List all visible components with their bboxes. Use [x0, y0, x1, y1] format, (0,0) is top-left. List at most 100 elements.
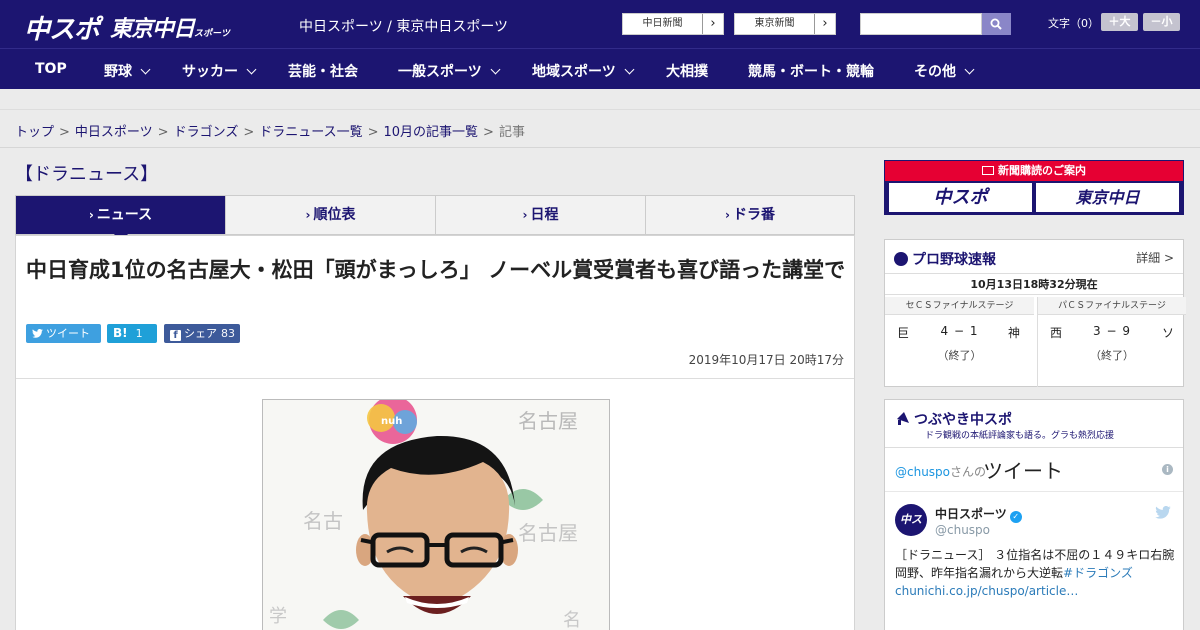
twitter-bird-icon: [32, 328, 43, 338]
game-stage: セＣＳファイナルステージ: [885, 297, 1034, 315]
facebook-count: 83: [221, 327, 235, 340]
chevron-right-icon: ›: [522, 208, 528, 222]
tweet-url-link[interactable]: chunichi.co.jp/chuspo/article…: [895, 584, 1078, 598]
chuspo-subscribe-logo[interactable]: 中スポ: [889, 183, 1032, 212]
tab-schedule[interactable]: › 日程: [436, 196, 646, 234]
breadcrumb-dragons[interactable]: ドラゴンズ: [174, 125, 239, 140]
nav-label: 大相撲: [666, 64, 708, 80]
baseball-icon: [894, 252, 908, 266]
hatena-bookmark-button[interactable]: B! 1: [107, 324, 157, 343]
chevron-down-icon: [490, 64, 501, 75]
game-status: （終了）: [1090, 349, 1134, 362]
tokyo-chunichi-subscribe-logo[interactable]: 東京中日: [1036, 183, 1179, 212]
twitter-widget-header: つぶやき中スポ ドラ観戦の本紙評論家も語る。グラも熱烈応援: [885, 400, 1183, 448]
avatar[interactable]: 中スポ: [895, 504, 927, 558]
tokyo-chunichi-logo[interactable]: 東京中日スポーツ: [110, 11, 230, 43]
chevron-right-icon: ›: [305, 208, 311, 222]
chevron-right-icon: ›: [88, 208, 94, 222]
chevron-right-icon: ›: [822, 16, 828, 31]
facebook-icon: f: [170, 330, 181, 341]
category-title: 【ドラニュース】: [15, 164, 159, 185]
subscription-banner-heading: 新聞購読のご案内: [885, 161, 1183, 181]
timeline-handle: @chuspo: [895, 465, 951, 479]
chuspo-logo[interactable]: 中スポ: [24, 9, 100, 46]
scoreboard-title-text: プロ野球速報: [912, 252, 996, 268]
tab-dora-ban[interactable]: › ドラ番: [646, 196, 854, 234]
divider: [16, 378, 854, 379]
section-tabs: › ニュース › 順位表 › 日程 › ドラ番: [15, 195, 855, 242]
article-photo[interactable]: nuh 名古屋 名古 名古屋 学 名: [262, 399, 610, 630]
twitter-widget-title-text: つぶやき中スポ: [914, 412, 1012, 428]
nav-item-baseball[interactable]: 野球: [104, 61, 151, 81]
breadcrumb: トップ > 中日スポーツ > ドラゴンズ > ドラニュース一覧 >10月の記事一覧 > 記事: [0, 110, 1200, 148]
breadcrumb-separator: >: [157, 125, 169, 140]
tweet-author-handle[interactable]: @chuspo: [935, 523, 990, 537]
nav-item-general-sports[interactable]: 一般スポーツ: [398, 61, 501, 81]
nav-item-entertainment[interactable]: 芸能・社会: [288, 61, 358, 81]
megaphone-icon: [897, 412, 909, 425]
game-card[interactable]: セＣＳファイナルステージ 巨 4 − 1 神 （終了）: [885, 297, 1034, 387]
scoreboard-detail-link[interactable]: 詳細 >: [1136, 249, 1174, 266]
chevron-down-icon: [246, 64, 257, 75]
game-status: （終了）: [937, 349, 982, 362]
tab-label: ドラ番: [732, 207, 775, 223]
nav-item-racing[interactable]: 競馬・ボート・競輪: [748, 61, 874, 81]
paper-link-label: 東京新聞: [735, 14, 815, 34]
scoreboard-title: プロ野球速報: [894, 249, 996, 269]
tweet-button[interactable]: ツイート: [26, 324, 101, 343]
nav-item-sumo[interactable]: 大相撲: [666, 61, 708, 81]
tweet-text: ［ドラニュース］ ３位指名は不屈の１４９キロ右腕 岡野、昨年指名漏れから大逆転#…: [895, 546, 1186, 600]
tweet-label: ツイート: [46, 327, 90, 340]
svg-text:名古屋: 名古屋: [518, 409, 578, 433]
search-button[interactable]: [982, 13, 1011, 35]
svg-text:学: 学: [269, 606, 287, 627]
breadcrumb-chuspo[interactable]: 中日スポーツ: [75, 125, 153, 140]
tab-label: ニュース: [96, 207, 153, 223]
game-card[interactable]: パＣＳファイナルステージ 西 3 − 9 ソ （終了）: [1037, 297, 1186, 387]
spacer-bar: [0, 89, 1200, 110]
nav-label: TOP: [35, 61, 67, 77]
verified-badge-icon: ✓: [1009, 511, 1022, 523]
twitter-widget: つぶやき中スポ ドラ観戦の本紙評論家も語る。グラも熱烈応援 @chuspoさんの…: [884, 399, 1186, 630]
nav-item-top[interactable]: TOP: [35, 61, 67, 77]
baseball-scoreboard: プロ野球速報 詳細 > 10月13日18時32分現在 セＣＳファイナルステージ …: [884, 239, 1186, 387]
game-stage: パＣＳファイナルステージ: [1038, 297, 1186, 315]
tweet-hashtag-link[interactable]: #ドラゴンズ: [1063, 566, 1133, 580]
newspaper-icon: [982, 166, 994, 175]
breadcrumb-top[interactable]: トップ: [15, 125, 54, 140]
tokyo-shimbun-link[interactable]: 東京新聞 ›: [734, 13, 836, 35]
twitter-bird-icon[interactable]: [1155, 506, 1171, 519]
tweet-author-name[interactable]: 中日スポーツ ✓: [935, 505, 1022, 523]
nav-label: 一般スポーツ: [398, 64, 482, 80]
nav-item-soccer[interactable]: サッカー: [182, 61, 257, 81]
tab-standings[interactable]: › 順位表: [226, 196, 436, 234]
chevron-down-icon: [624, 64, 635, 75]
tab-label: 順位表: [313, 207, 356, 223]
svg-text:名: 名: [563, 610, 581, 630]
font-size-decrease-button[interactable]: －小: [1143, 13, 1180, 31]
paper-link-label: 中日新聞: [623, 14, 703, 34]
breadcrumb-dora-news-list[interactable]: ドラニュース一覧: [259, 125, 362, 140]
facebook-share-button[interactable]: f シェア 83: [164, 324, 240, 343]
search-input[interactable]: [860, 13, 982, 35]
timeline-header: @chuspoさんの ツイート i: [885, 449, 1183, 492]
published-date: 2019年10月17日 20時17分: [688, 353, 844, 367]
tab-news[interactable]: › ニュース: [16, 196, 226, 242]
chunichi-shimbun-link[interactable]: 中日新聞 ›: [622, 13, 724, 35]
svg-text:名古屋: 名古屋: [518, 521, 578, 545]
font-size-increase-button[interactable]: ＋大: [1101, 13, 1138, 31]
nav-label: その他: [914, 64, 956, 80]
nav-item-local-sports[interactable]: 地域スポーツ: [532, 61, 635, 81]
breadcrumb-october-list[interactable]: 10月の記事一覧: [384, 125, 479, 140]
twitter-widget-subtitle: ドラ観戦の本紙評論家も語る。グラも熱烈応援: [925, 431, 1115, 441]
timeline-handle-link[interactable]: @chuspoさんの: [895, 463, 986, 480]
tweet-text-body: ［ドラニュース］ ３位指名は不屈の１４９キロ右腕 岡野、昨年指名漏れから大逆転: [895, 548, 1187, 580]
chevron-right-icon: ›: [710, 16, 716, 31]
chevron-down-icon: [140, 64, 151, 75]
nav-label: サッカー: [182, 64, 238, 80]
info-icon[interactable]: i: [1162, 464, 1173, 475]
subscription-banner[interactable]: 新聞購読のご案内 中スポ 東京中日: [884, 160, 1184, 215]
hatena-count: 1: [135, 327, 143, 340]
nav-item-other[interactable]: その他: [914, 61, 975, 81]
twitter-widget-title: つぶやき中スポ: [895, 409, 1012, 429]
